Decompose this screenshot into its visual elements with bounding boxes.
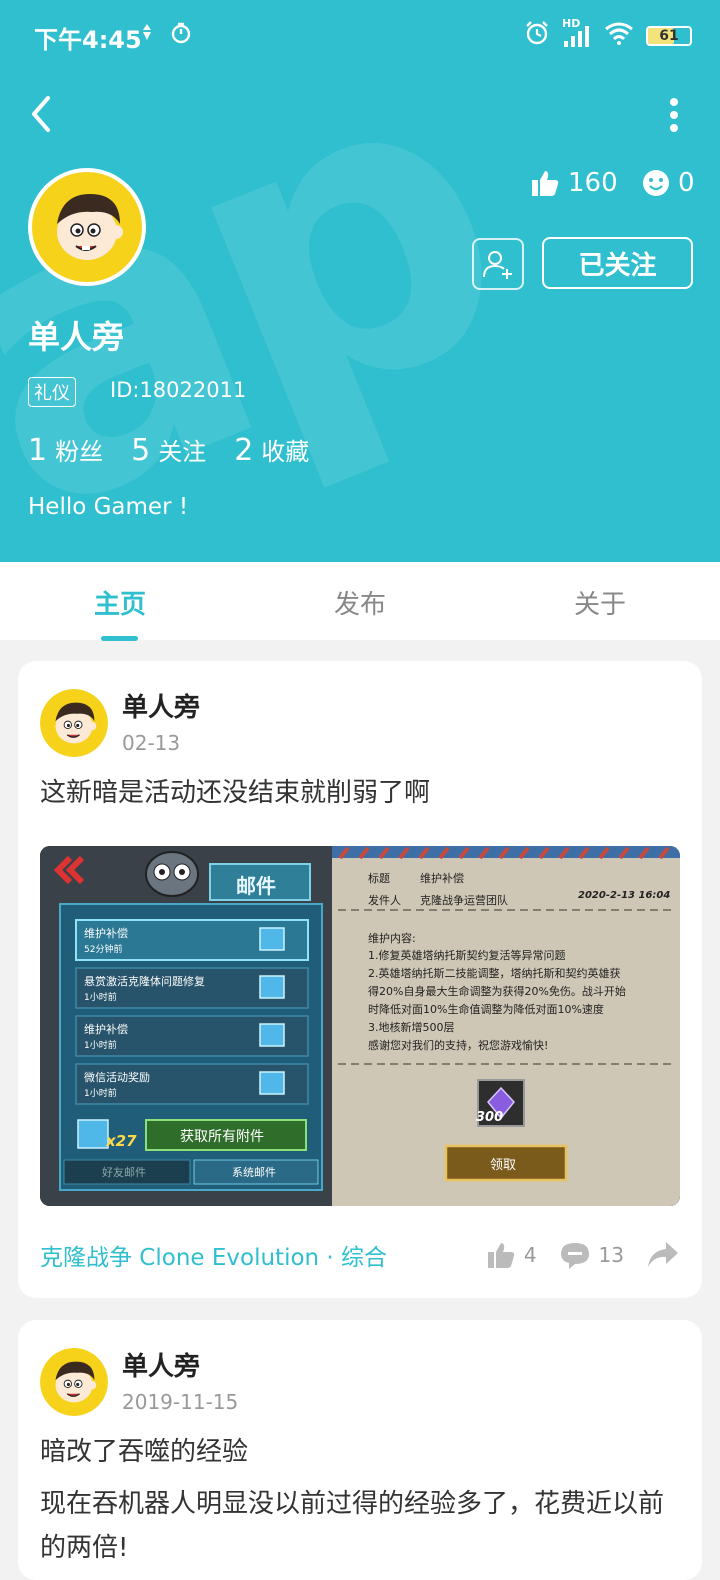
follow-button[interactable]: 已关注 <box>542 237 693 289</box>
game-item-count: x27 <box>106 1132 137 1150</box>
status-bar: 下午4:45 HD 61 <box>0 0 720 68</box>
favorites-label: 收藏 <box>261 438 310 466</box>
post-comment-button[interactable]: 13 <box>559 1240 624 1270</box>
profile-avatar[interactable] <box>28 168 146 286</box>
smile-icon <box>643 170 669 196</box>
thumbs-up-icon <box>532 171 559 196</box>
post-card[interactable]: 单人旁 02-13 这新暗是活动还没结束就削弱了啊 邮件 维护补偿 52分钟前 … <box>18 661 702 1298</box>
game-claim-button: 领取 <box>490 1158 517 1173</box>
tab-about[interactable]: 关于 <box>480 584 720 621</box>
battery-icon: 61 <box>646 26 692 46</box>
game-label-title: 标题 <box>368 872 390 885</box>
post-share-button[interactable] <box>646 1240 680 1270</box>
post-author-avatar[interactable] <box>40 1348 108 1416</box>
game-label-sender: 发件人 <box>368 894 401 907</box>
game-value-title: 维护补偿 <box>420 872 464 885</box>
game-mail-item-title: 维护补偿 <box>84 1023 128 1036</box>
game-content-line: 1.修复英雄塔纳托斯契约复活等异常问题 <box>368 949 566 962</box>
tab-posts[interactable]: 发布 <box>240 584 480 621</box>
signal-icon: HD <box>562 17 592 49</box>
following-count: 5 <box>131 433 151 468</box>
favorites-count: 2 <box>234 433 254 468</box>
game-content-line: 得20%自身最大生命调整为获得20%免伤。战斗开始 <box>368 985 626 998</box>
add-user-icon <box>483 251 512 279</box>
fans-label: 粉丝 <box>55 438 104 466</box>
profile-badge: 礼仪 <box>28 377 76 407</box>
fans-count: 1 <box>28 433 48 468</box>
post-comment-count: 13 <box>598 1243 624 1267</box>
notification-icon <box>140 22 154 47</box>
game-tab-system: 系统邮件 <box>232 1166 276 1179</box>
game-mail-item-title: 悬赏激活克隆体问题修复 <box>84 975 205 988</box>
game-mail-title: 邮件 <box>236 874 276 898</box>
game-content-line: 3.地核新增500层 <box>368 1021 455 1034</box>
timer-icon <box>170 22 192 49</box>
game-content-line: 时降低对面10%生命值调整为降低对面10%速度 <box>368 1003 604 1016</box>
post-author-name[interactable]: 单人旁 <box>122 687 200 724</box>
profile-tabs: 主页 发布 关于 <box>0 562 720 640</box>
wifi-icon <box>604 21 634 51</box>
likes-count: 160 <box>568 168 618 198</box>
tab-indicator <box>101 636 138 641</box>
smiles-count: 0 <box>678 168 695 198</box>
game-mail-item-time: 1小时前 <box>84 1041 117 1051</box>
profile-bio: Hello Gamer ! <box>28 494 189 520</box>
post-text: 这新暗是活动还没结束就削弱了啊 <box>40 778 431 808</box>
game-content-header: 维护内容: <box>368 932 416 945</box>
game-content-line: 感谢您对我们的支持，祝您游戏愉快! <box>368 1039 549 1052</box>
game-mail-item-title: 维护补偿 <box>84 927 128 940</box>
post-like-count: 4 <box>523 1243 537 1267</box>
game-claim-all-button: 获取所有附件 <box>180 1129 264 1145</box>
game-mail-item-time: 1小时前 <box>84 1089 117 1099</box>
alarm-icon <box>524 20 550 52</box>
post-card[interactable]: 单人旁 2019-11-15 暗改了吞噬的经验 现在吞机器人明显没以前过得的经验… <box>18 1320 702 1580</box>
profile-username: 单人旁 <box>28 318 125 356</box>
fans-stat[interactable]: 1 粉丝 <box>28 432 103 468</box>
game-mail-item-title: 微信活动奖励 <box>84 1071 150 1084</box>
following-stat[interactable]: 5 关注 <box>131 432 206 468</box>
favorites-stat[interactable]: 2 收藏 <box>234 432 309 468</box>
post-date: 2019-11-15 <box>122 1390 239 1414</box>
battery-level: 61 <box>659 28 679 44</box>
game-reward-amount: 300 <box>476 1110 504 1125</box>
profile-header: ap 下午4:45 HD 61 160 0 已关注 单人旁 礼仪 ID:1802… <box>0 0 720 562</box>
thumbs-up-icon <box>487 1243 515 1268</box>
back-button[interactable] <box>26 92 66 136</box>
status-time: 下午4:45 <box>34 26 142 54</box>
game-mail-item-time: 52分钟前 <box>84 945 123 955</box>
post-like-button[interactable]: 4 <box>486 1240 537 1270</box>
more-options-button[interactable] <box>664 96 684 136</box>
post-image[interactable]: 邮件 维护补偿 52分钟前 悬赏激活克隆体问题修复 1小时前 维护补偿 1小时前… <box>40 846 680 1206</box>
chevron-left-icon <box>32 96 50 132</box>
post-text: 现在吞机器人明显没以前过得的经验多了，花费近以前的两倍! <box>40 1489 665 1563</box>
post-title: 暗改了吞噬的经验 <box>40 1437 249 1467</box>
following-label: 关注 <box>158 438 207 466</box>
avatar-image <box>40 689 108 757</box>
game-mail-item-time: 1小时前 <box>84 993 117 1003</box>
post-author-avatar[interactable] <box>40 689 108 757</box>
post-author-name[interactable]: 单人旁 <box>122 1346 200 1383</box>
profile-stats: 1 粉丝 5 关注 2 收藏 <box>28 432 309 468</box>
profile-id: ID:18022011 <box>110 378 247 402</box>
game-mail-date: 2020-2-13 16:04 <box>578 890 671 901</box>
share-icon <box>648 1242 678 1267</box>
avatar-image <box>40 1348 108 1416</box>
profile-likes: 160 <box>530 168 618 198</box>
post-forum-link[interactable]: 克隆战争 Clone Evolution · 综合 <box>40 1238 387 1272</box>
game-content-line: 2.英雄塔纳托斯二技能调整，塔纳托斯和契约英雄获 <box>368 967 621 980</box>
post-date: 02-13 <box>122 731 181 755</box>
comment-icon <box>560 1243 589 1269</box>
avatar-image <box>32 172 142 282</box>
post-footer: 克隆战争 Clone Evolution · 综合 4 13 <box>40 1235 680 1275</box>
add-friend-button[interactable] <box>472 238 524 290</box>
game-tab-friends: 好友邮件 <box>102 1166 146 1179</box>
tab-home[interactable]: 主页 <box>0 584 240 621</box>
profile-smiles: 0 <box>642 168 695 198</box>
game-value-sender: 克隆战争运营团队 <box>420 894 508 907</box>
more-vertical-icon <box>670 98 678 132</box>
